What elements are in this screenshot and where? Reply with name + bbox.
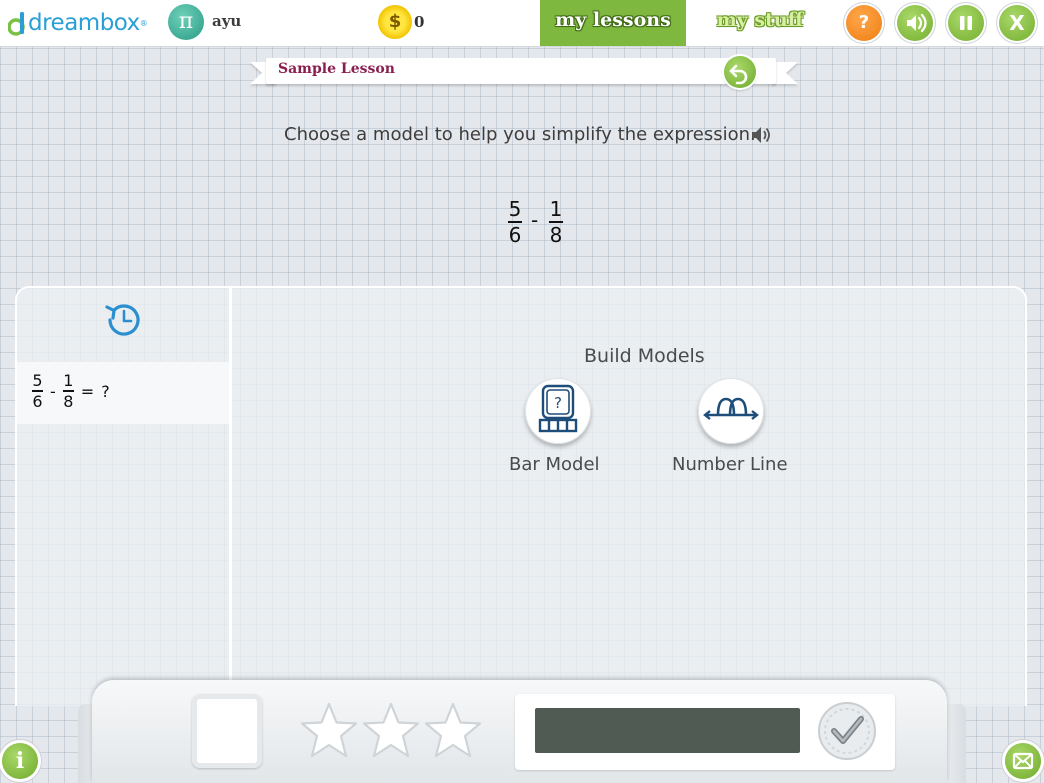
panel-divider	[229, 288, 232, 688]
nav-my-lessons[interactable]: my lessons	[540, 0, 686, 46]
back-button[interactable]	[724, 56, 756, 88]
info-button[interactable]: i	[2, 743, 38, 779]
number-line-label[interactable]: Number Line	[672, 454, 788, 475]
dreambox-logo: dreambox ®	[8, 8, 148, 38]
top-bar: dreambox ® π ayu $ 0 my lessons my stuff …	[0, 0, 1044, 47]
close-button[interactable]: X	[999, 5, 1035, 41]
fraction-denominator: 6	[508, 223, 522, 247]
coin-icon: $	[378, 5, 412, 39]
expression-operator: -	[531, 208, 539, 232]
envelope-tools-icon	[1012, 752, 1034, 770]
star-icon	[362, 702, 420, 758]
tools-button[interactable]	[1005, 743, 1041, 779]
fraction-numerator: 1	[63, 371, 74, 390]
fraction-numerator: 1	[549, 197, 563, 221]
nav-my-stuff[interactable]: my stuff	[700, 0, 820, 46]
fraction-denominator: 8	[549, 223, 563, 247]
username: ayu	[212, 12, 242, 30]
lesson-title: Sample Lesson	[278, 61, 395, 77]
expression-fraction-a: 5 6	[508, 198, 522, 246]
bar-model-label[interactable]: Bar Model	[509, 454, 600, 475]
history-icon[interactable]	[102, 298, 146, 342]
fraction-denominator: 8	[63, 392, 74, 411]
logo-d-icon	[8, 12, 25, 36]
fraction-denominator: 6	[32, 392, 43, 411]
sound-button[interactable]	[897, 5, 933, 41]
build-models-title: Build Models	[584, 345, 705, 367]
workspace-panel	[15, 286, 1027, 706]
logo-text: dreambox	[28, 10, 140, 36]
pause-button[interactable]	[948, 5, 984, 41]
nav-my-stuff-label: my stuff	[716, 9, 804, 31]
history-operator: -	[50, 381, 56, 401]
read-aloud-speaker-icon[interactable]	[750, 125, 772, 145]
number-line-icon	[703, 397, 759, 420]
coin-count: 0	[414, 13, 425, 31]
help-button[interactable]: ?	[846, 5, 882, 41]
nav-my-lessons-label: my lessons	[555, 9, 671, 31]
expression-fraction-b: 1 8	[549, 198, 563, 246]
svg-text:?: ?	[554, 394, 562, 412]
history-fraction-b: 1 8	[62, 371, 74, 411]
answer-display	[535, 708, 800, 753]
logo-trademark: ®	[139, 18, 148, 28]
submit-check-button[interactable]	[816, 700, 878, 762]
star-icon	[424, 702, 482, 758]
fraction-numerator: 5	[32, 371, 43, 390]
back-arrow-icon	[729, 64, 748, 85]
avatar[interactable]: π	[168, 4, 204, 40]
history-fraction-a: 5 6	[32, 372, 43, 410]
star-icon	[300, 702, 358, 758]
lesson-prompt: Choose a model to help you simplify the …	[284, 124, 756, 145]
answer-box[interactable]	[192, 694, 262, 768]
bar-model-icon: ?	[538, 384, 578, 433]
history-expression: 5 6 - 1 8 = ?	[32, 372, 110, 410]
fraction-numerator: 5	[508, 197, 522, 221]
history-equals: =	[80, 381, 95, 401]
speaker-icon	[907, 13, 927, 33]
bar-model-button[interactable]: ?	[525, 378, 591, 444]
pause-icon	[960, 16, 972, 30]
number-line-button[interactable]	[698, 378, 764, 444]
history-unknown: ?	[101, 381, 110, 401]
